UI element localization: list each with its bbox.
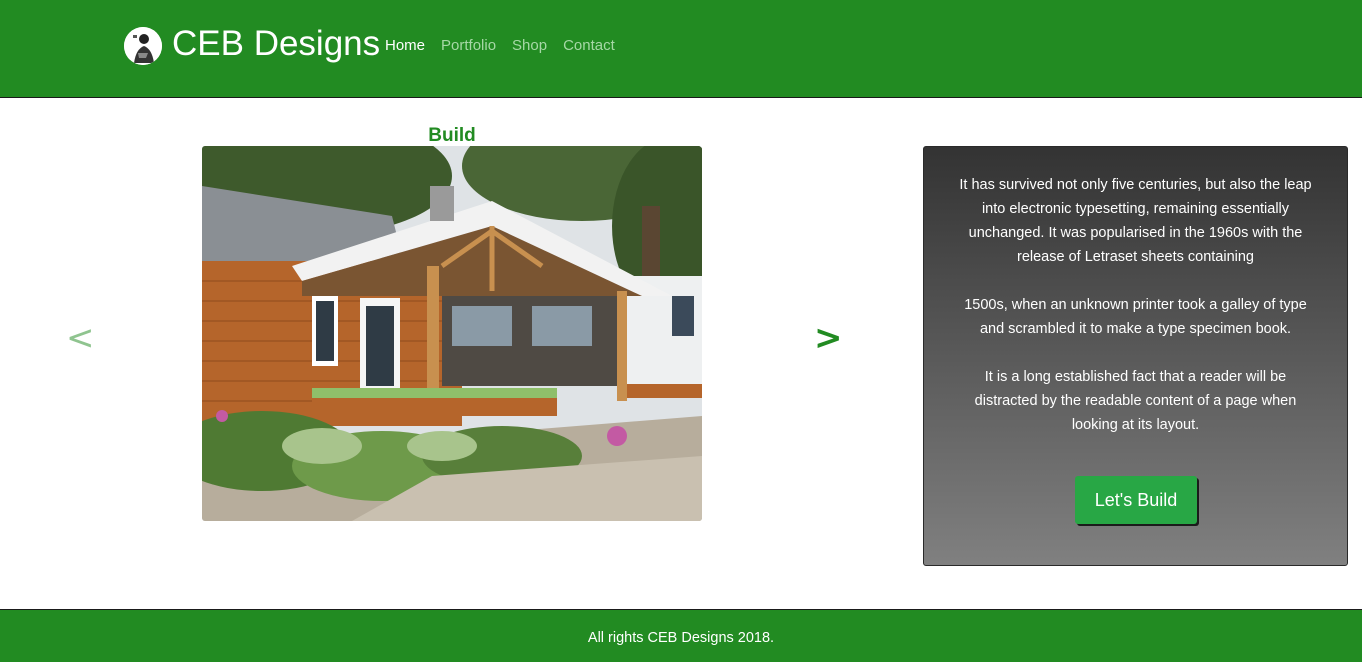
logo-icon[interactable] (124, 27, 162, 65)
main-nav: Home Portfolio Shop Contact (385, 36, 615, 56)
slide-image (202, 146, 702, 521)
nav-contact[interactable]: Contact (563, 36, 615, 56)
lets-build-button[interactable]: Let's Build (1075, 476, 1197, 524)
brand-link[interactable]: CEB Designs (172, 22, 380, 66)
carousel-next-button[interactable]: > (814, 318, 843, 358)
site-footer: All rights CEB Designs 2018. (0, 609, 1362, 662)
carousel-prev-button[interactable]: < (66, 318, 95, 358)
slide-title: Build (428, 125, 476, 146)
card-paragraph: It has survived not only five centuries,… (959, 177, 1312, 265)
footer-text: All rights CEB Designs 2018. (587, 630, 775, 646)
nav-shop[interactable]: Shop (512, 36, 547, 56)
info-card: It has survived not only five centuries,… (923, 146, 1348, 566)
site-header: CEB Designs Home Portfolio Shop Contact (0, 0, 1362, 98)
card-paragraph: 1500s, when an unknown printer took a ga… (964, 297, 1307, 337)
card-paragraph: It is a long established fact that a rea… (974, 369, 1297, 433)
nav-portfolio[interactable]: Portfolio (441, 36, 496, 56)
nav-home[interactable]: Home (385, 36, 425, 56)
